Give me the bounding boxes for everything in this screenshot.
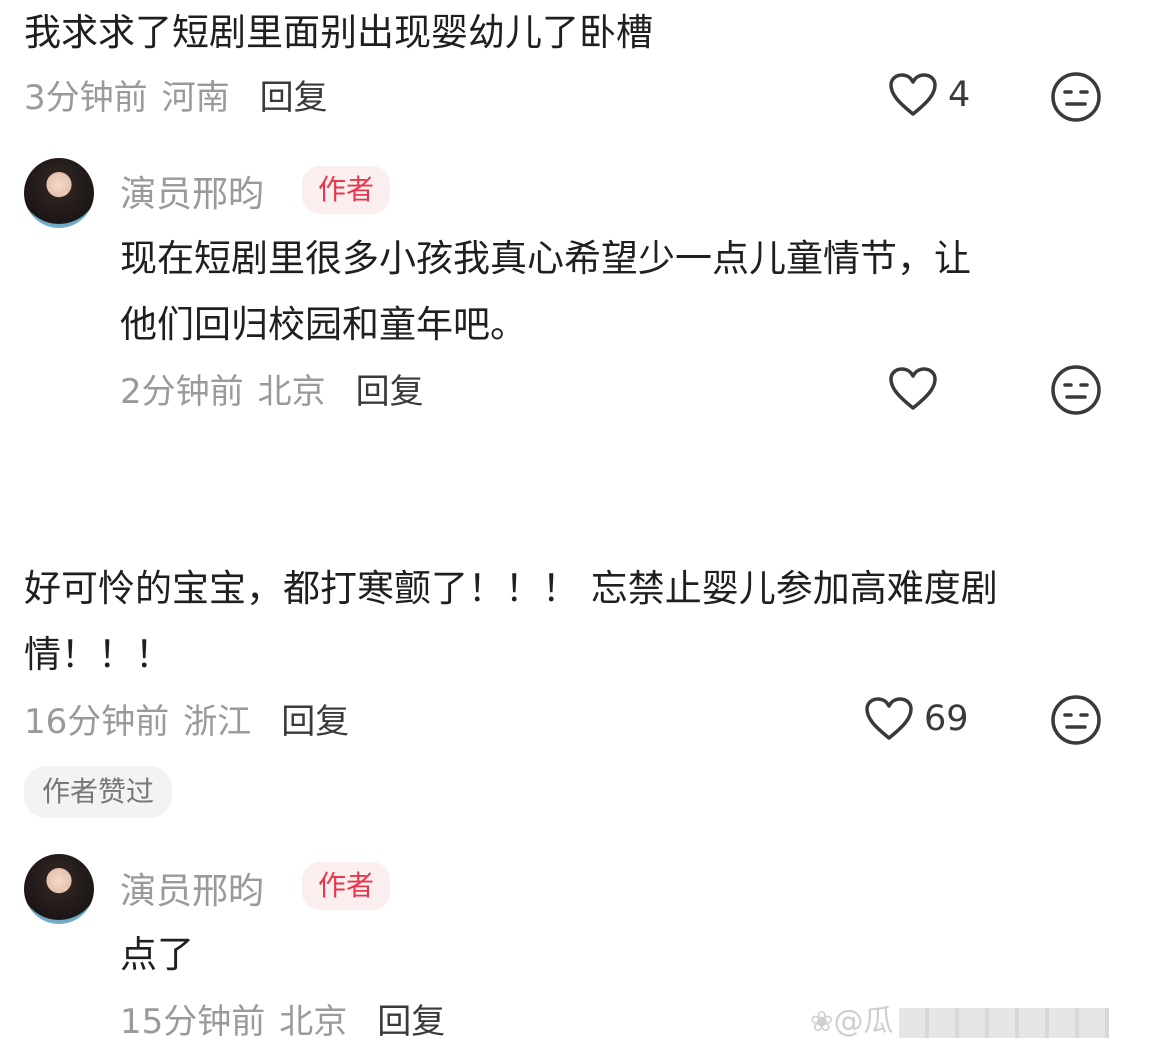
like-button[interactable]: 4 (888, 72, 970, 118)
author-liked-badge: 作者赞过 (24, 766, 173, 818)
author-badge: 作者 (302, 166, 391, 214)
reply-text-line: 现在短剧里很多小孩我真心希望少一点儿童情节，让 (120, 237, 971, 280)
reply-button[interactable]: 回复 (356, 372, 424, 412)
reply-location: 北京 (279, 1002, 348, 1042)
reply-button[interactable]: 回复 (377, 1002, 445, 1042)
dislike-button[interactable] (1050, 71, 1102, 123)
dislike-button[interactable] (1050, 364, 1102, 416)
reply-meta: 15分钟前 北京 回复 (120, 994, 445, 1043)
reply-meta: 2分钟前 北京 回复 (120, 364, 424, 413)
comment-location: 河南 (161, 78, 230, 118)
neutral-face-icon (1050, 694, 1102, 746)
comment-text-line: 好可怜的宝宝，都打寒颤了！！！ 忘禁止婴儿参加高难度剧 (24, 567, 998, 610)
comment-text-line: 情！！！ (24, 633, 172, 676)
heart-outline-icon (888, 366, 938, 412)
neutral-face-icon (1050, 71, 1102, 123)
heart-outline-icon (864, 696, 914, 742)
mosaic-blur (899, 1007, 1110, 1038)
heart-outline-icon (888, 72, 938, 118)
comment-text: 我求求了短剧里面别出现婴幼儿了卧槽 (24, 11, 653, 54)
reply-button[interactable]: 回复 (260, 78, 328, 118)
author-avatar[interactable] (24, 854, 94, 924)
like-count: 69 (924, 699, 969, 739)
comment-meta: 3分钟前 河南 回复 (24, 70, 328, 119)
neutral-face-icon (1050, 364, 1102, 416)
author-avatar[interactable] (24, 158, 94, 228)
comment-time: 3分钟前 (24, 78, 148, 118)
like-count: 4 (948, 75, 971, 115)
paw-icon: ❀ (810, 1005, 834, 1038)
reply-time: 2分钟前 (120, 372, 244, 412)
dislike-button[interactable] (1050, 694, 1102, 746)
watermark: ❀@瓜 (810, 996, 1110, 1040)
watermark-text: @瓜 (833, 1004, 894, 1039)
reply-button[interactable]: 回复 (281, 702, 349, 742)
like-button[interactable]: 69 (864, 696, 969, 742)
reply-text: 点了 (120, 933, 194, 976)
reply-author-name[interactable]: 演员邢昀 (120, 862, 264, 914)
like-button[interactable] (888, 366, 938, 412)
comment-meta: 16分钟前 浙江 回复 (24, 694, 349, 743)
reply-location: 北京 (257, 372, 326, 412)
reply-author-name[interactable]: 演员邢昀 (120, 165, 264, 217)
author-badge: 作者 (302, 862, 391, 910)
comment-location: 浙江 (183, 702, 252, 742)
reply-text-line: 他们回归校园和童年吧。 (120, 303, 527, 346)
comment-time: 16分钟前 (24, 702, 170, 742)
reply-time: 15分钟前 (120, 1002, 266, 1042)
